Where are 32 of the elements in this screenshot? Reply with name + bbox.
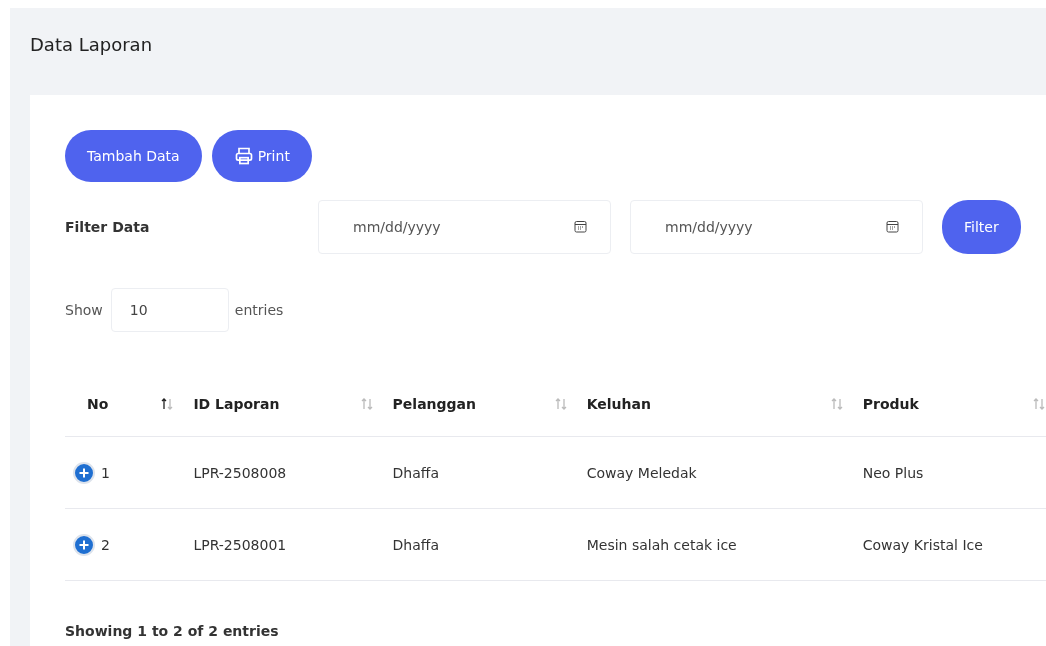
show-label: Show: [65, 302, 103, 318]
date-field[interactable]: mm/dd/yyyy: [318, 200, 611, 254]
table-cell: LPR-2508008: [193, 464, 287, 481]
filter-label: Filter Data: [65, 219, 151, 235]
entries-info: Showing 1 to 2 of 2 entries: [65, 623, 280, 639]
sort-icon[interactable]: [161, 398, 174, 410]
add-button[interactable]: Tambah Data: [65, 130, 202, 182]
entries-field[interactable]: 10: [110, 288, 229, 332]
entries-label: entries: [234, 302, 284, 318]
column-header[interactable]: No: [87, 396, 109, 412]
print-button[interactable]: Print: [211, 130, 312, 182]
expand-icon[interactable]: [73, 533, 95, 556]
column-header[interactable]: Keluhan: [586, 396, 651, 412]
table-cell: Coway Kristal Ice: [862, 536, 983, 553]
date-field[interactable]: mm/dd/yyyy: [630, 200, 923, 254]
calendar-icon[interactable]: [574, 220, 587, 233]
column-header[interactable]: Produk: [862, 396, 919, 412]
table-cell: Dhaffa: [392, 536, 440, 553]
column-header[interactable]: ID Laporan: [193, 396, 280, 412]
printer-icon: [233, 146, 254, 166]
table-cell: LPR-2508001: [193, 536, 287, 553]
column-header[interactable]: Pelanggan: [392, 396, 477, 412]
filter-button[interactable]: Filter: [942, 200, 1021, 254]
calendar-icon[interactable]: [886, 220, 899, 233]
table-cell: Mesin salah cetak ice: [586, 536, 737, 553]
table-cell: Neo Plus: [862, 464, 924, 481]
table-cell: Coway Meledak: [586, 464, 697, 481]
table-cell: Dhaffa: [392, 464, 440, 481]
expand-icon[interactable]: [73, 461, 95, 484]
table-cell: 1: [101, 464, 110, 481]
page-title: Data Laporan: [30, 33, 153, 57]
table-cell: 2: [101, 536, 110, 553]
